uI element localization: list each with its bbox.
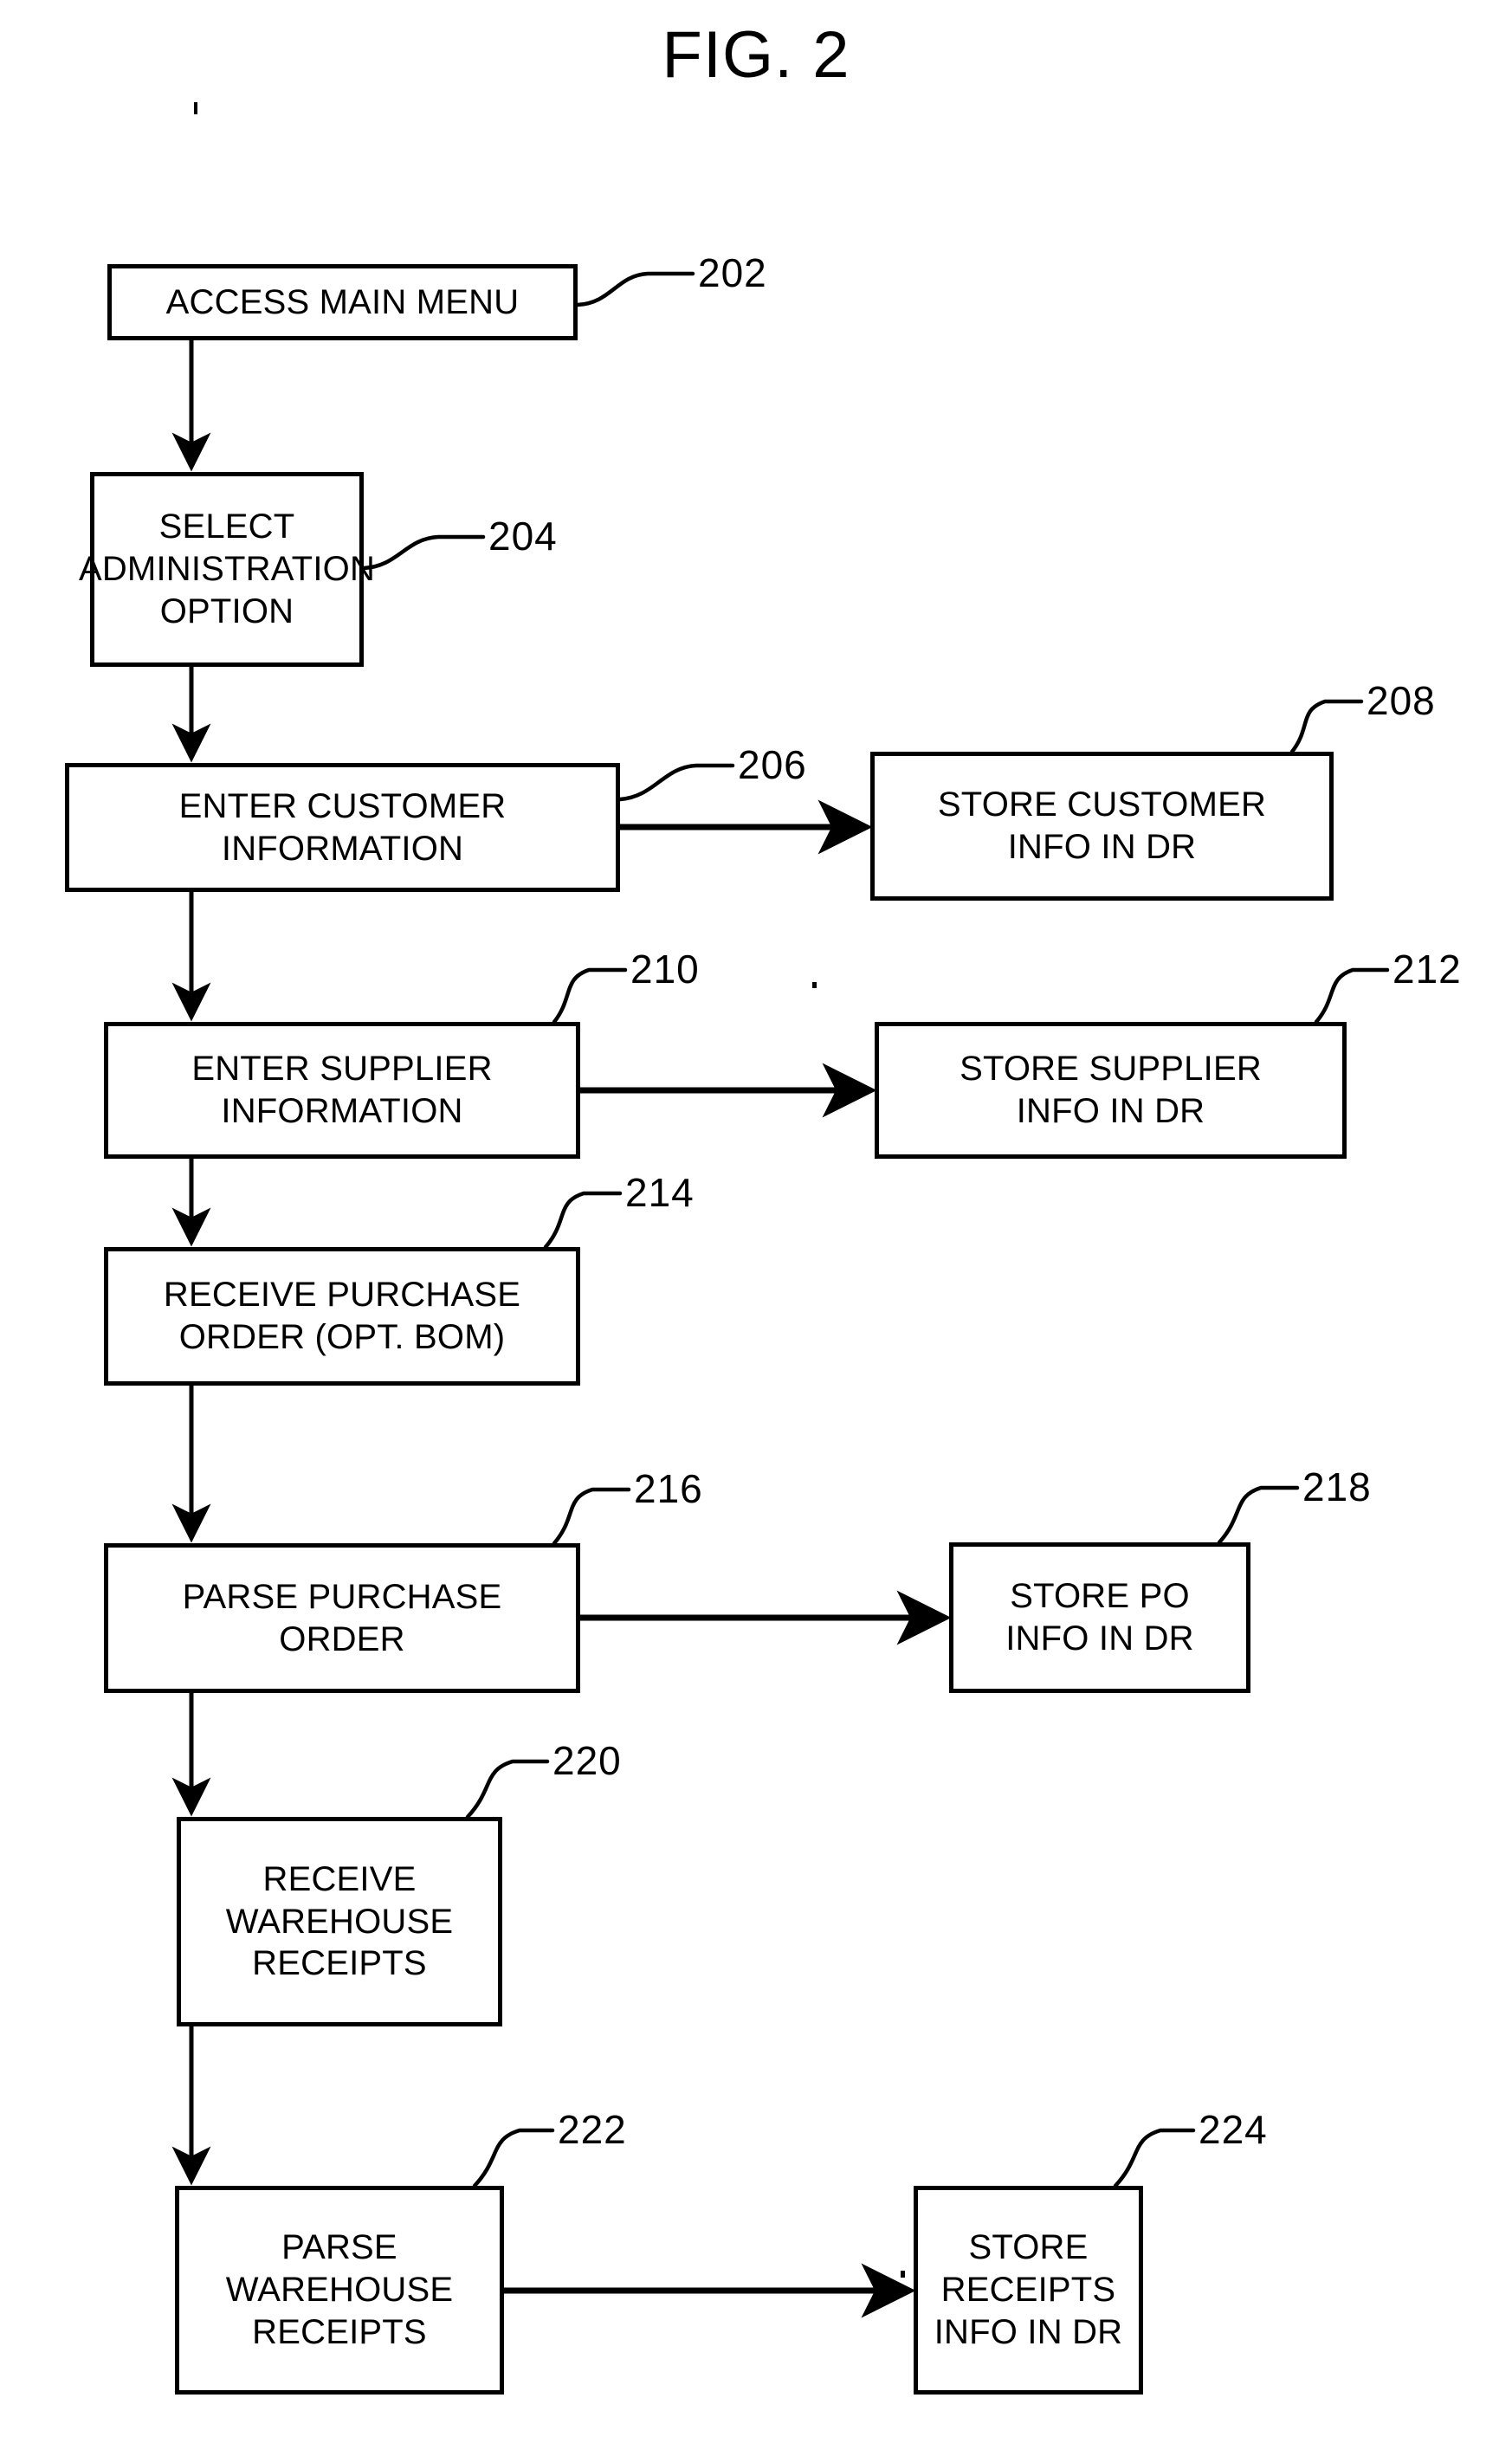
scan-speck — [194, 102, 197, 114]
scan-speck — [901, 2271, 905, 2278]
ref-numeral-216: 216 — [634, 1466, 703, 1511]
ref-numeral-210: 210 — [630, 947, 700, 992]
flow-node-220[interactable]: RECEIVE WAREHOUSE RECEIPTS — [177, 1817, 502, 2026]
leader-222 — [472, 2128, 555, 2188]
ref-numeral-214: 214 — [625, 1170, 695, 1215]
flow-node-218-label: STORE PO INFO IN DR — [1005, 1577, 1194, 1658]
scan-speck — [812, 982, 817, 988]
connector-layer — [171, 271, 1390, 2318]
flow-node-204-label: SELECT ADMINISTRATION OPTION — [78, 507, 376, 630]
leader-214 — [543, 1191, 623, 1250]
ref-numeral-224: 224 — [1199, 2107, 1268, 2152]
flow-node-202-label: ACCESS MAIN MENU — [165, 282, 520, 321]
flow-node-224-label: STORE RECEIPTS INFO IN DR — [934, 2228, 1123, 2351]
flow-node-224[interactable]: STORE RECEIPTS INFO IN DR — [914, 2186, 1143, 2395]
flow-node-216[interactable]: PARSE PURCHASE ORDER — [104, 1543, 580, 1693]
leader-210 — [552, 967, 628, 1024]
flow-node-212[interactable]: STORE SUPPLIER INFO IN DR — [875, 1022, 1347, 1159]
ref-numeral-222: 222 — [558, 2107, 627, 2152]
ref-numeral-204: 204 — [488, 514, 558, 559]
flow-node-208-label: STORE CUSTOMER INFO IN DR — [937, 785, 1267, 866]
flow-node-220-label: RECEIVE WAREHOUSE RECEIPTS — [225, 1859, 454, 1983]
leader-204 — [361, 534, 486, 571]
flow-node-222-label: PARSE WAREHOUSE RECEIPTS — [225, 2228, 454, 2351]
flow-node-204[interactable]: SELECT ADMINISTRATION OPTION — [79, 472, 375, 667]
ref-numeral-218: 218 — [1302, 1464, 1372, 1509]
leader-206 — [617, 763, 735, 802]
leader-216 — [552, 1487, 631, 1546]
flow-node-222[interactable]: PARSE WAREHOUSE RECEIPTS — [175, 2186, 504, 2395]
flow-node-214-label: RECEIVE PURCHASE ORDER (OPT. BOM) — [163, 1276, 521, 1356]
flow-node-206[interactable]: ENTER CUSTOMER INFORMATION — [65, 763, 620, 892]
ref-numeral-206: 206 — [738, 742, 807, 787]
flow-node-214[interactable]: RECEIVE PURCHASE ORDER (OPT. BOM) — [104, 1247, 580, 1386]
leader-224 — [1113, 2128, 1196, 2188]
ref-numeral-220: 220 — [552, 1738, 622, 1783]
flow-node-206-label: ENTER CUSTOMER INFORMATION — [178, 786, 507, 868]
ref-numeral-202: 202 — [698, 250, 767, 295]
flow-node-210[interactable]: ENTER SUPPLIER INFORMATION — [104, 1022, 580, 1159]
flow-node-210-label: ENTER SUPPLIER INFORMATION — [191, 1050, 493, 1130]
flow-node-202[interactable]: ACCESS MAIN MENU — [107, 264, 578, 340]
leader-212 — [1314, 967, 1390, 1024]
flow-node-216-label: PARSE PURCHASE ORDER — [182, 1577, 502, 1658]
figure-canvas: FIG. 2 ACCESS MAIN MENU SELECT ADMINISTR… — [0, 0, 1512, 2456]
leader-218 — [1217, 1485, 1300, 1545]
flow-node-208[interactable]: STORE CUSTOMER INFO IN DR — [870, 752, 1334, 901]
ref-numeral-208: 208 — [1367, 678, 1436, 723]
flow-node-212-label: STORE SUPPLIER INFO IN DR — [960, 1050, 1262, 1130]
flow-node-218[interactable]: STORE PO INFO IN DR — [949, 1542, 1250, 1693]
ref-numeral-212: 212 — [1392, 947, 1462, 992]
leader-220 — [465, 1759, 550, 1819]
leader-208 — [1289, 699, 1364, 754]
figure-title: FIG. 2 — [662, 18, 850, 92]
leader-202 — [575, 271, 695, 307]
